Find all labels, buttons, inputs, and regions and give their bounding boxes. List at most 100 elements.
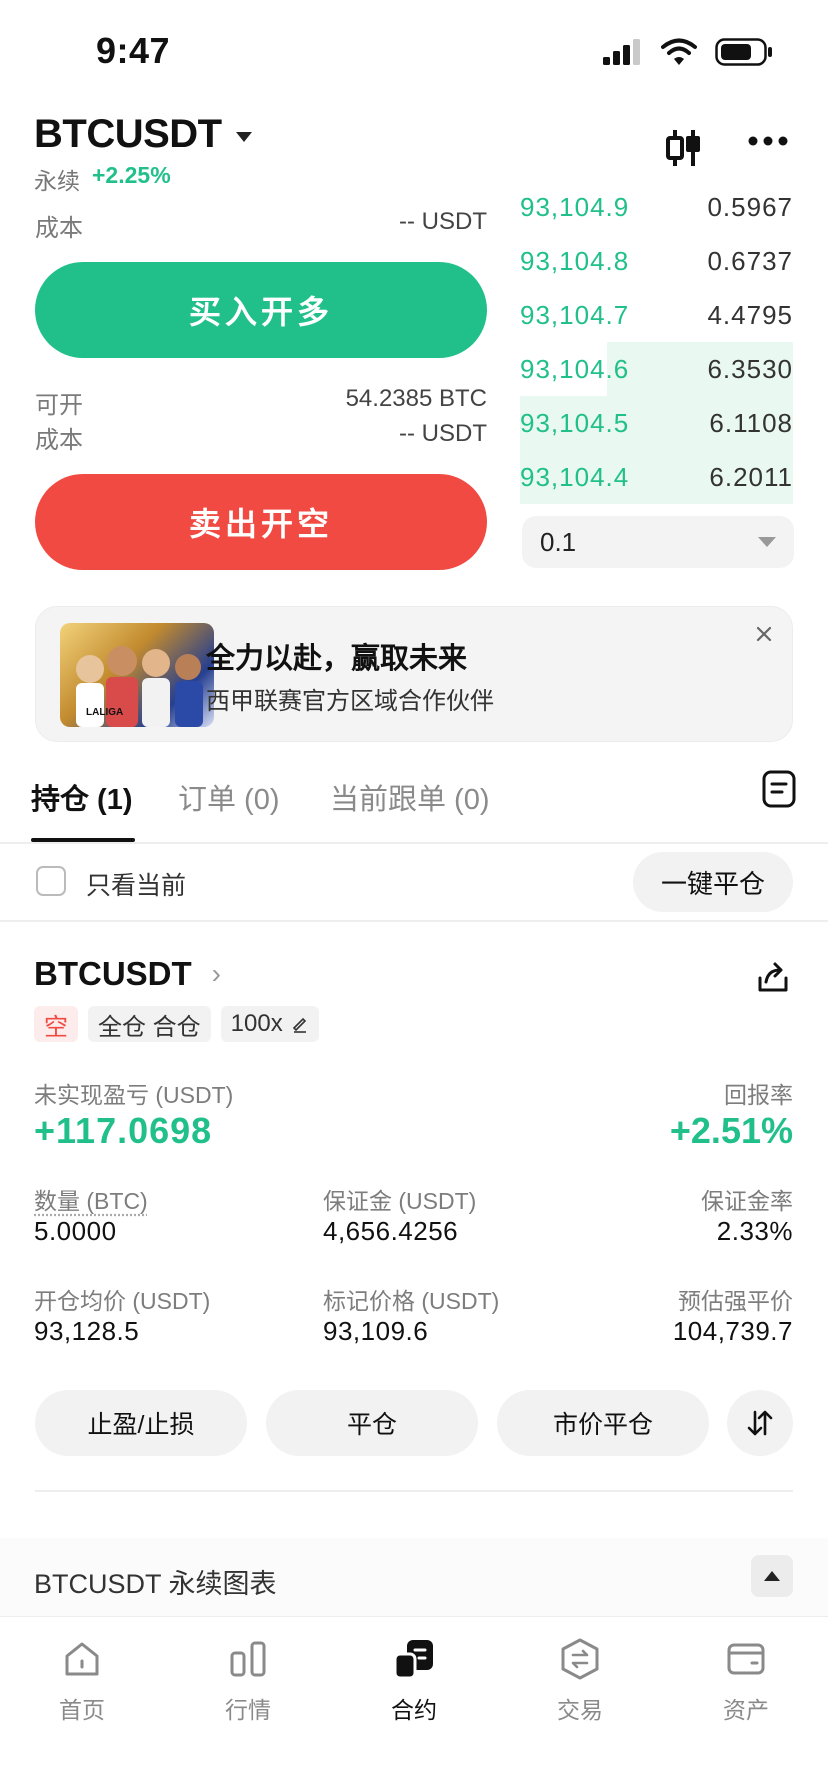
roe-value: +2.51% (669, 1110, 793, 1151)
close-icon (756, 626, 772, 642)
position-symbol-link[interactable]: BTCUSDT › (34, 955, 221, 993)
nav-assets[interactable]: 资产 (686, 1617, 806, 1725)
order-book-row[interactable]: 93,104.4 6.2011 (520, 450, 793, 504)
chevron-right-icon: › (211, 958, 221, 989)
position-symbol: BTCUSDT (34, 955, 192, 992)
trade-icon (561, 1638, 599, 1680)
tpsl-button[interactable]: 止盈/止损 (35, 1390, 247, 1456)
laliga-logo: LALIGA (86, 707, 123, 718)
liq-price-label: 预估强平价 (678, 1288, 793, 1314)
price-change: +2.25% (92, 162, 171, 188)
tab-copy-orders[interactable]: 当前跟单 (0) (330, 776, 490, 818)
order-book-qty: 0.6737 (707, 245, 793, 276)
reverse-position-button[interactable] (727, 1390, 793, 1456)
status-time: 9:47 (96, 30, 171, 71)
margin-mode-badge[interactable]: 全仓 合仓 (88, 1006, 211, 1042)
candlestick-icon (666, 130, 700, 166)
side-badge: 空 (34, 1006, 78, 1042)
share-button[interactable] (756, 960, 790, 999)
chart-section-label: BTCUSDT 永续图表 (34, 1569, 277, 1599)
more-icon (748, 136, 788, 146)
nav-assets-label: 资产 (723, 1697, 769, 1723)
divider (35, 1490, 793, 1492)
order-book-price: 93,104.4 (520, 461, 630, 492)
mark-price-value: 93,109.6 (323, 1316, 429, 1346)
chevron-down-icon (758, 537, 776, 547)
promo-banner[interactable]: LALIGA 全力以赴，赢取未来 西甲联赛官方区域合作伙伴 (35, 606, 793, 742)
chart-expand-button[interactable] (751, 1555, 793, 1597)
order-book-price: 93,104.6 (520, 353, 630, 384)
more-button[interactable] (748, 134, 788, 152)
qty-label[interactable]: 数量 (BTC) (34, 1182, 148, 1216)
order-book-qty: 6.3530 (707, 353, 793, 384)
leverage-value: 100x (230, 1010, 283, 1037)
signal-icon (603, 39, 640, 65)
futures-icon (393, 1640, 433, 1680)
home-icon (65, 1642, 99, 1676)
liq-price-value: 104,739.7 (672, 1316, 793, 1346)
close-position-button[interactable]: 平仓 (266, 1390, 478, 1456)
document-icon (762, 770, 796, 808)
market-icon (230, 1641, 266, 1677)
roe-label: 回报率 (724, 1082, 793, 1108)
leverage-badge[interactable]: 100x (220, 1006, 319, 1042)
chevron-down-icon (235, 131, 252, 142)
margin-value: 4,656.4256 (323, 1216, 459, 1246)
order-book-price: 93,104.8 (520, 245, 630, 276)
swap-vertical-icon (747, 1410, 773, 1436)
order-book-price: 93,104.9 (520, 196, 630, 222)
banner-image: LALIGA (60, 623, 214, 727)
wifi-icon (661, 38, 697, 65)
entry-price-label: 开仓均价 (USDT) (34, 1288, 211, 1314)
entry-price-value: 93,128.5 (34, 1316, 140, 1346)
order-book-row[interactable]: 93,104.6 6.3530 (520, 342, 793, 396)
pnl-value: +117.0698 (34, 1110, 213, 1151)
only-current-label: 只看当前 (86, 872, 187, 900)
divider (0, 842, 828, 844)
banner-title: 全力以赴，赢取未来 (206, 643, 468, 675)
tab-positions[interactable]: 持仓 (1) (31, 776, 133, 818)
banner-subtitle: 西甲联赛官方区域合作伙伴 (206, 688, 494, 715)
order-book-qty: 6.2011 (709, 461, 793, 492)
nav-market[interactable]: 行情 (188, 1617, 308, 1725)
nav-home-label: 首页 (59, 1697, 105, 1723)
chevron-up-icon (764, 1571, 780, 1581)
mark-price-label: 标记价格 (USDT) (323, 1288, 500, 1314)
order-book-row[interactable]: 93,104.9 0.5967 (520, 196, 793, 234)
share-icon (758, 962, 788, 992)
tab-orders[interactable]: 订单 (0) (178, 776, 280, 818)
qty-value: 5.0000 (34, 1216, 117, 1246)
nav-market-label: 行情 (225, 1697, 271, 1723)
edit-icon (292, 1017, 306, 1033)
order-book-price: 93,104.7 (520, 299, 630, 330)
margin-label: 保证金 (USDT) (323, 1188, 477, 1214)
nav-trade[interactable]: 交易 (520, 1617, 640, 1725)
banner-close-button[interactable] (756, 621, 772, 649)
order-book-qty: 6.1108 (709, 407, 793, 438)
wallet-icon (727, 1643, 765, 1675)
nav-home[interactable]: 首页 (22, 1617, 142, 1725)
order-book-row[interactable]: 93,104.8 0.6737 (520, 234, 793, 288)
contract-type: 永续 (34, 168, 80, 194)
bottom-nav: 首页 行情 合约 交易 资产 (0, 1616, 828, 1792)
order-book-qty: 0.5967 (707, 196, 793, 222)
order-book-row[interactable]: 93,104.7 4.4795 (520, 288, 793, 342)
order-book-qty: 4.4795 (707, 299, 793, 330)
margin-rate-label: 保证金率 (701, 1188, 793, 1214)
symbol-selector[interactable]: BTCUSDT (34, 112, 252, 157)
precision-value: 0.1 (540, 526, 577, 557)
symbol-subtitle: 永续 +2.25% (34, 162, 171, 196)
precision-select[interactable]: 0.1 (522, 516, 794, 568)
market-close-button[interactable]: 市价平仓 (497, 1390, 709, 1456)
divider (0, 920, 828, 922)
nav-futures[interactable]: 合约 (354, 1617, 474, 1725)
position-tags: 空 全仓 合仓 100x (34, 1006, 319, 1042)
order-book-row[interactable]: 93,104.5 6.1108 (520, 396, 793, 450)
close-all-button[interactable]: 一键平仓 (633, 852, 793, 912)
candlestick-chart-button[interactable] (664, 128, 704, 173)
pnl-label: 未实现盈亏 (USDT) (34, 1082, 234, 1108)
status-icons (603, 38, 773, 66)
only-current-checkbox[interactable] (36, 866, 66, 896)
order-history-button[interactable] (762, 770, 796, 813)
order-book-price: 93,104.5 (520, 407, 630, 438)
